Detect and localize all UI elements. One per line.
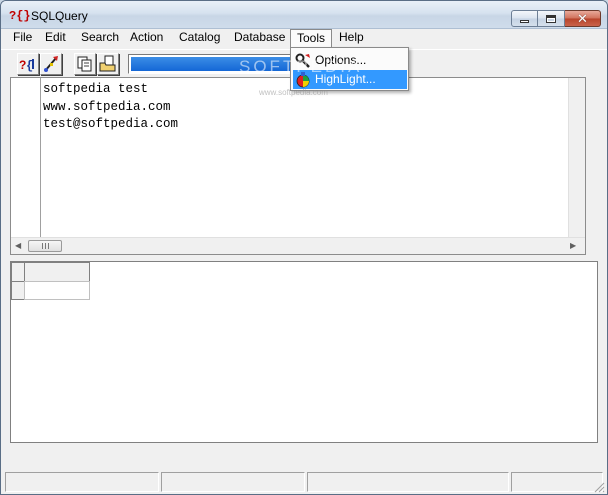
open-folder-icon [99,55,116,72]
scroll-right-icon[interactable]: ▶ [570,241,576,250]
menu-search[interactable]: Search [75,29,125,48]
editor-line: www.softpedia.com [43,99,171,114]
close-icon: ✕ [577,11,588,26]
editor-line: test@softpedia.com [43,117,179,131]
menu-tools[interactable]: Tools [290,29,333,48]
status-bar [1,469,607,494]
status-panel [161,472,305,492]
status-panel [511,472,603,492]
tools-dropdown-menu: Options... HighLight... [290,47,409,91]
menu-item-highlight[interactable]: HighLight... [293,70,407,89]
query-help-button[interactable]: ? { [17,53,39,75]
menu-file[interactable]: File [7,29,38,48]
vertical-scrollbar[interactable] [568,78,585,238]
minimize-button[interactable] [511,10,538,27]
line-gutter [11,78,41,238]
menu-item-options-label: Options... [315,53,367,67]
close-button[interactable]: ✕ [565,10,601,27]
menu-catalog[interactable]: Catalog [173,29,226,48]
title-bar[interactable]: ?{} SQLQuery ✕ [1,1,607,29]
grip-icon [41,243,49,249]
status-panel [307,472,509,492]
menu-help[interactable]: Help [333,29,370,48]
results-grid[interactable] [10,261,598,443]
menu-item-highlight-label: HighLight... [315,72,376,86]
copy-icon [77,56,92,72]
scroll-left-icon[interactable]: ◀ [15,241,21,250]
grid-row-header[interactable] [11,281,25,300]
query-help-icon: ? { [19,58,34,72]
menu-bar: File Edit Search Action Catalog Database… [1,29,607,48]
minimize-icon [520,20,529,23]
menu-action[interactable]: Action [124,29,169,48]
progress-fill [131,57,295,71]
execute-button[interactable] [40,53,62,75]
horizontal-scrollbar[interactable]: ◀ ▶ [11,237,585,254]
app-icon: ?{} [9,9,31,23]
editor-text[interactable]: softpedia test www.softpedia.com test@soft… [43,81,178,134]
editor-line: softpedia test [43,82,149,96]
grid-corner-cell[interactable] [11,262,25,282]
copy-button[interactable] [74,53,96,75]
menu-database[interactable]: Database [228,29,291,48]
menu-edit[interactable]: Edit [39,29,72,48]
window-title: SQLQuery [31,9,88,23]
wrench-gear-icon [295,53,310,68]
horizontal-scroll-thumb[interactable] [28,240,62,252]
progress-bar [128,54,298,74]
app-window: ?{} SQLQuery ✕ File Edit Search Action C… [0,0,608,495]
menu-item-options[interactable]: Options... [293,51,407,70]
highlight-palette-icon [296,72,310,88]
status-panel [5,472,159,492]
resize-grip-icon[interactable] [593,481,605,493]
maximize-button[interactable] [538,10,565,27]
brush-execute-icon [44,56,58,72]
grid-cell[interactable] [24,281,90,300]
grid-column-header[interactable] [24,262,90,282]
open-button[interactable] [97,53,119,75]
sql-editor[interactable]: softpedia test www.softpedia.com test@soft… [10,77,586,255]
maximize-icon [546,14,556,23]
